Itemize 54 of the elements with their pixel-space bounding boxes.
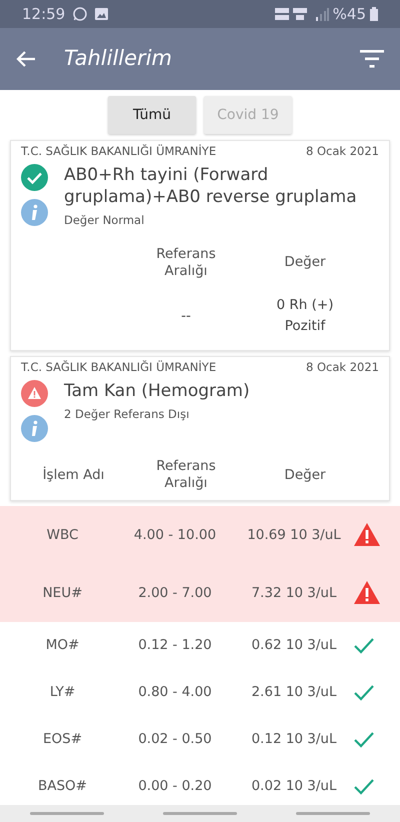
nav-handle[interactable] bbox=[296, 812, 370, 815]
result-value: 0 Rh (+) Pozitif bbox=[276, 297, 334, 334]
test-code: EOS# bbox=[42, 731, 82, 748]
battery-percent: %45 bbox=[332, 4, 366, 25]
nav-handle[interactable] bbox=[162, 812, 237, 815]
result-value: 10.69 10 3/uL bbox=[247, 526, 341, 543]
warning-icon bbox=[353, 580, 381, 606]
info-icon bbox=[21, 199, 48, 226]
reference-range: 0.02 - 0.50 bbox=[138, 731, 212, 748]
reference-range: 4.00 - 10.00 bbox=[134, 526, 216, 543]
nav-handle[interactable] bbox=[30, 812, 104, 815]
institution-name: T.C. SAĞLIK BAKANLIĞI ÜMRANİYE bbox=[21, 358, 216, 376]
signal-icon bbox=[314, 7, 329, 21]
test-code: NEU# bbox=[42, 584, 82, 601]
test-code: MO# bbox=[46, 637, 80, 654]
institution-name: T.C. SAĞLIK BAKANLIĞI ÜMRANİYE bbox=[21, 143, 216, 160]
result-value: 0.62 10 3/uL bbox=[251, 637, 337, 654]
test-name: AB0+Rh tayini (Forward gruplama)+AB0 reverse gruplama bbox=[64, 164, 358, 208]
check-icon bbox=[353, 777, 375, 796]
result-value: 0.02 10 3/uL bbox=[251, 778, 337, 794]
reference-range: 0.80 - 4.00 bbox=[138, 684, 212, 700]
check-icon bbox=[353, 683, 375, 702]
reference-range: 0.00 - 0.20 bbox=[138, 778, 212, 794]
test-date: 8 Ocak 2021 bbox=[306, 358, 379, 376]
status-time: 12:59 bbox=[22, 4, 66, 25]
filter-icon[interactable] bbox=[360, 50, 384, 68]
result-summary: Değer Normal bbox=[64, 212, 146, 230]
test-code: WBC bbox=[46, 526, 78, 543]
battery-icon bbox=[370, 7, 378, 21]
page-title: Tahlillerim bbox=[64, 45, 172, 72]
filter-tab[interactable]: Tümü bbox=[108, 96, 196, 134]
result-value: 2.61 10 3/uL bbox=[251, 684, 337, 700]
warning-icon bbox=[353, 522, 381, 548]
result-value: 7.32 10 3/uL bbox=[251, 584, 337, 601]
column-header: Referans Aralığı bbox=[155, 458, 217, 492]
test-code: BASO# bbox=[38, 778, 87, 794]
check-icon bbox=[353, 730, 375, 748]
column-header: İşlem Adı bbox=[42, 466, 106, 484]
chat-icon bbox=[73, 7, 88, 21]
test-name: Tam Kan (Hemogram) bbox=[64, 380, 250, 402]
result-value: 0.12 10 3/uL bbox=[251, 731, 337, 748]
test-code: LY# bbox=[50, 684, 76, 700]
column-header: Değer bbox=[283, 466, 327, 484]
column-header: Referans Aralığı bbox=[155, 246, 217, 280]
reference-range: 2.00 - 7.00 bbox=[138, 584, 212, 601]
check-icon bbox=[353, 636, 375, 654]
info-icon bbox=[21, 415, 48, 442]
result-summary: 2 Değer Referans Dışı bbox=[64, 406, 190, 424]
reference-range: -- bbox=[181, 308, 191, 324]
back-arrow-icon[interactable] bbox=[16, 50, 36, 68]
column-header: Değer bbox=[283, 254, 327, 271]
test-date: 8 Ocak 2021 bbox=[306, 143, 379, 160]
reference-range: 0.12 - 1.20 bbox=[138, 637, 212, 654]
image-icon bbox=[95, 8, 108, 20]
